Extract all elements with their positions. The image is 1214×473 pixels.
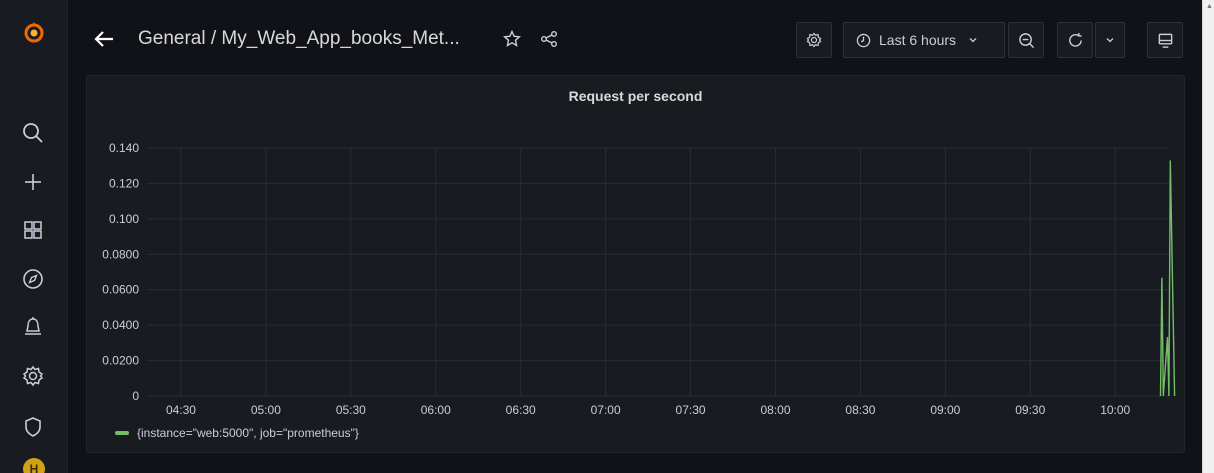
plus-icon[interactable]	[20, 169, 46, 195]
gear-icon	[806, 32, 822, 48]
configuration-gear-icon[interactable]	[20, 363, 46, 389]
cycle-view-mode-button[interactable]	[1147, 22, 1183, 58]
y-tick-label: 0.100	[109, 212, 139, 226]
monitor-icon	[1158, 33, 1172, 48]
dashboard-breadcrumb[interactable]: General / My_Web_App_books_Met...	[138, 28, 460, 50]
time-series-chart[interactable]: 0 0.0200 0.0400 0.0600 0.0800 0.100 0.120 0.140…	[87, 76, 1186, 416]
y-tick-label: 0	[132, 389, 139, 403]
clock-icon	[856, 33, 871, 47]
dashboards-icon[interactable]	[20, 217, 46, 243]
x-tick-label: 07:00	[591, 403, 621, 416]
x-tick-label: 04:30	[166, 403, 196, 416]
x-tick-label: 10:00	[1100, 403, 1130, 416]
chevron-down-icon	[1106, 38, 1114, 43]
y-tick-label: 0.120	[109, 176, 139, 190]
explore-compass-icon[interactable]	[20, 266, 46, 292]
scroll-up-arrow-icon[interactable]: ▲	[1206, 3, 1213, 10]
y-tick-label: 0.0200	[102, 354, 139, 368]
server-admin-shield-icon[interactable]	[20, 414, 46, 440]
x-tick-label: 06:30	[506, 403, 536, 416]
refresh-dashboard-button[interactable]	[1057, 22, 1093, 58]
user-avatar[interactable]: H	[23, 458, 45, 473]
zoom-out-icon	[1018, 32, 1034, 48]
refresh-interval-dropdown[interactable]	[1095, 22, 1125, 58]
dashboard-settings-button[interactable]	[796, 22, 832, 58]
x-tick-label: 07:30	[676, 403, 706, 416]
time-range-label: Last 6 hours	[879, 32, 957, 48]
x-tick-label: 09:00	[930, 403, 960, 416]
page-scrollbar[interactable]: ▲	[1202, 0, 1214, 473]
y-tick-label: 0.0800	[102, 247, 139, 261]
alerting-bell-icon[interactable]	[20, 314, 46, 340]
series-line	[1159, 160, 1176, 397]
x-tick-label: 08:00	[760, 403, 790, 416]
search-icon[interactable]	[20, 120, 46, 146]
y-tick-label: 0.140	[109, 141, 139, 155]
refresh-icon	[1068, 32, 1082, 47]
chevron-down-icon	[969, 38, 977, 43]
time-range-picker-button[interactable]: Last 6 hours	[843, 22, 1005, 58]
x-tick-label: 05:00	[251, 403, 281, 416]
share-icon[interactable]	[540, 30, 558, 53]
star-icon[interactable]	[502, 29, 522, 53]
legend-color-swatch[interactable]	[115, 431, 129, 435]
y-tick-label: 0.0600	[102, 283, 139, 297]
grafana-app: H General / My_Web_App_books_Met... Last…	[0, 0, 1214, 473]
graph-panel: Request per second 0 0.0200 0.0400 0.0600 0.…	[86, 75, 1185, 453]
grafana-logo-icon[interactable]	[22, 20, 46, 44]
x-tick-label: 09:30	[1015, 403, 1045, 416]
zoom-out-button[interactable]	[1008, 22, 1044, 58]
x-tick-label: 05:30	[336, 403, 366, 416]
chart-legend: {instance="web:5000", job="prometheus"}	[115, 426, 359, 440]
dashboard-navbar: General / My_Web_App_books_Met... Last 6…	[68, 0, 1202, 75]
y-tick-label: 0.0400	[102, 318, 139, 332]
back-arrow-icon[interactable]	[93, 28, 115, 55]
x-tick-label: 08:30	[845, 403, 875, 416]
x-tick-label: 06:00	[421, 403, 451, 416]
legend-series-label[interactable]: {instance="web:5000", job="prometheus"}	[137, 426, 359, 440]
sidebar: H	[0, 0, 68, 473]
